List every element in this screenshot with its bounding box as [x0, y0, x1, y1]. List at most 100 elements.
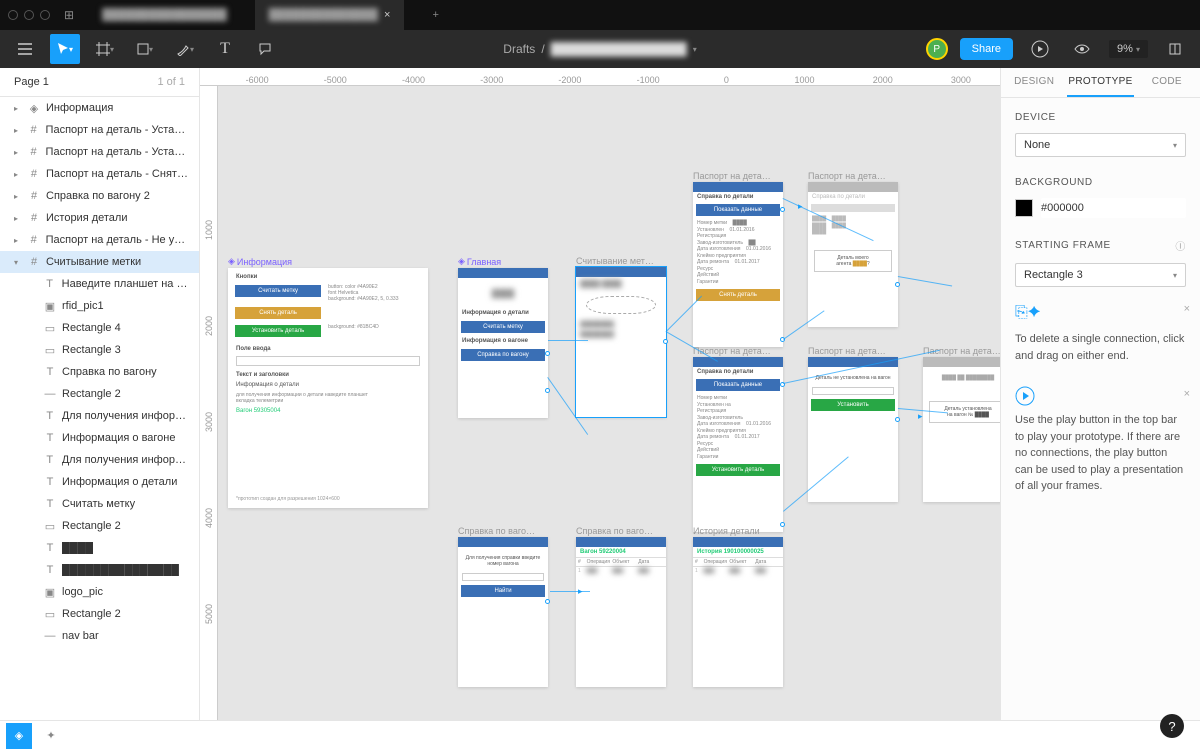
layer-item[interactable]: ▸#Паспорт на деталь - Не уст… [0, 229, 199, 251]
tab-code[interactable]: CODE [1134, 68, 1200, 97]
starting-frame-select[interactable]: Rectangle 3▾ [1015, 263, 1186, 287]
background-swatch[interactable] [1015, 199, 1033, 217]
layer-item[interactable]: TИнформация о детали [0, 471, 199, 493]
play-icon [1015, 386, 1035, 406]
layer-item[interactable]: T███████████████ [0, 559, 199, 581]
text-icon: T [44, 542, 56, 554]
layer-item[interactable]: TНаведите планшет на м… [0, 273, 199, 295]
frame-icon: # [28, 190, 40, 202]
layer-item[interactable]: ▸#История детали [0, 207, 199, 229]
close-icon[interactable]: × [384, 9, 390, 21]
play-button[interactable] [1025, 34, 1055, 64]
layer-item[interactable]: ▸#Паспорт на деталь - Устано… [0, 119, 199, 141]
frame-passport-1[interactable]: Паспорт на дета… Справка по детали Показ… [693, 171, 783, 347]
layer-item[interactable]: ▾#Считывание метки [0, 251, 199, 273]
layer-item[interactable]: ▣logo_pic [0, 581, 199, 603]
frame-history[interactable]: История детали История 190100000025 #Опе… [693, 526, 783, 687]
background-input[interactable]: #000000 [1041, 198, 1186, 218]
frame-help-2[interactable]: Справка по ваго… Вагон 59220004 #Операци… [576, 526, 666, 687]
layer-item[interactable]: ▸#Паспорт на деталь - Устано… [0, 141, 199, 163]
layer-item[interactable]: —nav bar [0, 625, 199, 647]
layers-panel: Page 11 of 1 ▸◈Информация▸#Паспорт на де… [0, 68, 200, 720]
tab-design[interactable]: DESIGN [1001, 68, 1067, 97]
layer-item[interactable]: ▭Rectangle 2 [0, 515, 199, 537]
tab-prototype[interactable]: PROTOTYPE [1067, 68, 1133, 97]
help-button[interactable]: ? [1160, 714, 1184, 738]
tab-other[interactable]: ████████████████ [88, 0, 241, 30]
layer-item[interactable]: ▭Rectangle 4 [0, 317, 199, 339]
text-icon: T [44, 432, 56, 444]
os-tabbar: ⊞ ████████████████ ██████████████ × + [0, 0, 1200, 30]
layer-item[interactable]: ▭Rectangle 2 [0, 603, 199, 625]
zoom-level[interactable]: 9% ▾ [1109, 40, 1148, 58]
frame-main[interactable]: ◈Главная ████ Информация о детали Считат… [458, 256, 548, 418]
text-icon: T [44, 454, 56, 466]
frame-passport-3[interactable]: Паспорт на дета… Справка по детали Показ… [693, 346, 783, 532]
close-icon[interactable]: × [1184, 301, 1190, 318]
rect-icon: ▭ [44, 344, 56, 356]
hint-connection: ⎘✦ × To delete a single connection, clic… [1001, 293, 1200, 378]
frame-info[interactable]: ◈Информация Кнопки Считать меткуbutton: … [228, 256, 428, 508]
share-button[interactable]: Share [960, 38, 1013, 60]
component-icon: ◈ [28, 102, 40, 114]
comment-tool[interactable] [250, 34, 280, 64]
panel-tabs: DESIGN PROTOTYPE CODE [1001, 68, 1200, 98]
components-icon[interactable]: ✦ [38, 723, 64, 749]
frame-icon: # [28, 212, 40, 224]
text-icon: T [44, 410, 56, 422]
line-icon: — [44, 630, 56, 642]
frame-passport-4[interactable]: Паспорт на дета… Деталь не установлена н… [808, 346, 898, 502]
new-tab-button[interactable]: + [418, 0, 452, 30]
layer-item[interactable]: ▸◈Информация [0, 97, 199, 119]
layer-item[interactable]: —Rectangle 2 [0, 383, 199, 405]
background-label: BACKGROUND [1015, 177, 1186, 188]
frame-icon: # [28, 168, 40, 180]
footer-bar: ◈ ✦ [0, 720, 1200, 750]
layer-item[interactable]: T████ [0, 537, 199, 559]
starting-frame-label: STARTING FRAMEⓘ [1015, 238, 1186, 253]
library-icon[interactable] [1160, 34, 1190, 64]
pen-tool[interactable]: ▾ [170, 34, 200, 64]
tab-active[interactable]: ██████████████ × [255, 0, 405, 30]
view-icon[interactable] [1067, 34, 1097, 64]
connection-icon: ⎘✦ [1015, 304, 1041, 321]
device-label: DEVICE [1015, 112, 1186, 123]
menu-icon[interactable] [10, 34, 40, 64]
rect-icon: ▭ [44, 608, 56, 620]
device-select[interactable]: None▾ [1015, 133, 1186, 157]
breadcrumb[interactable]: Drafts / ████████████████ ▾ [503, 42, 696, 56]
layer-item[interactable]: ▭Rectangle 3 [0, 339, 199, 361]
layer-item[interactable]: TСправка по вагону [0, 361, 199, 383]
layers-icon[interactable]: ◈ [6, 723, 32, 749]
info-icon[interactable]: ⓘ [1175, 238, 1186, 253]
layer-item[interactable]: TДля получения информ… [0, 405, 199, 427]
avatar[interactable]: P [926, 38, 948, 60]
layer-item[interactable]: ▣rfid_pic1 [0, 295, 199, 317]
layer-item[interactable]: ▸#Справка по вагону 2 [0, 185, 199, 207]
image-icon: ▣ [44, 300, 56, 312]
layer-item[interactable]: TСчитать метку [0, 493, 199, 515]
layer-item[interactable]: ▸#Паспорт на деталь - Снятие [0, 163, 199, 185]
cursor-tool[interactable]: ▾ [50, 34, 80, 64]
layer-item[interactable]: TДля получения информ… [0, 449, 199, 471]
traffic-lights [8, 10, 50, 20]
hint-play: × Use the play button in the top bar to … [1001, 378, 1200, 509]
ruler-horizontal: -6000-5000-4000-3000-2000-10000100020003… [200, 68, 1000, 86]
line-icon: — [44, 388, 56, 400]
frame-scan[interactable]: Считывание мет… ████ ████ ████████ █████… [576, 256, 666, 417]
canvas[interactable]: -6000-5000-4000-3000-2000-10000100020003… [200, 68, 1000, 720]
frame-icon: # [28, 234, 40, 246]
apps-icon[interactable]: ⊞ [64, 8, 74, 22]
text-tool[interactable]: T [210, 34, 240, 64]
properties-panel: DESIGN PROTOTYPE CODE DEVICE None▾ BACKG… [1000, 68, 1200, 720]
shape-tool[interactable]: ▾ [130, 34, 160, 64]
frame-passport-2[interactable]: Паспорт на дета… Справка по детали ████ … [808, 171, 898, 327]
frame-tool[interactable]: ▾ [90, 34, 120, 64]
frame-icon: # [28, 124, 40, 136]
pages-header[interactable]: Page 11 of 1 [0, 68, 199, 97]
frame-help-1[interactable]: Справка по ваго… Для получения справки в… [458, 526, 548, 687]
frame-passport-5[interactable]: Паспорт на дета… ████ ██ ████████ Деталь… [923, 346, 1000, 502]
text-icon: T [44, 564, 56, 576]
layer-item[interactable]: TИнформация о вагоне [0, 427, 199, 449]
close-icon[interactable]: × [1184, 386, 1190, 403]
